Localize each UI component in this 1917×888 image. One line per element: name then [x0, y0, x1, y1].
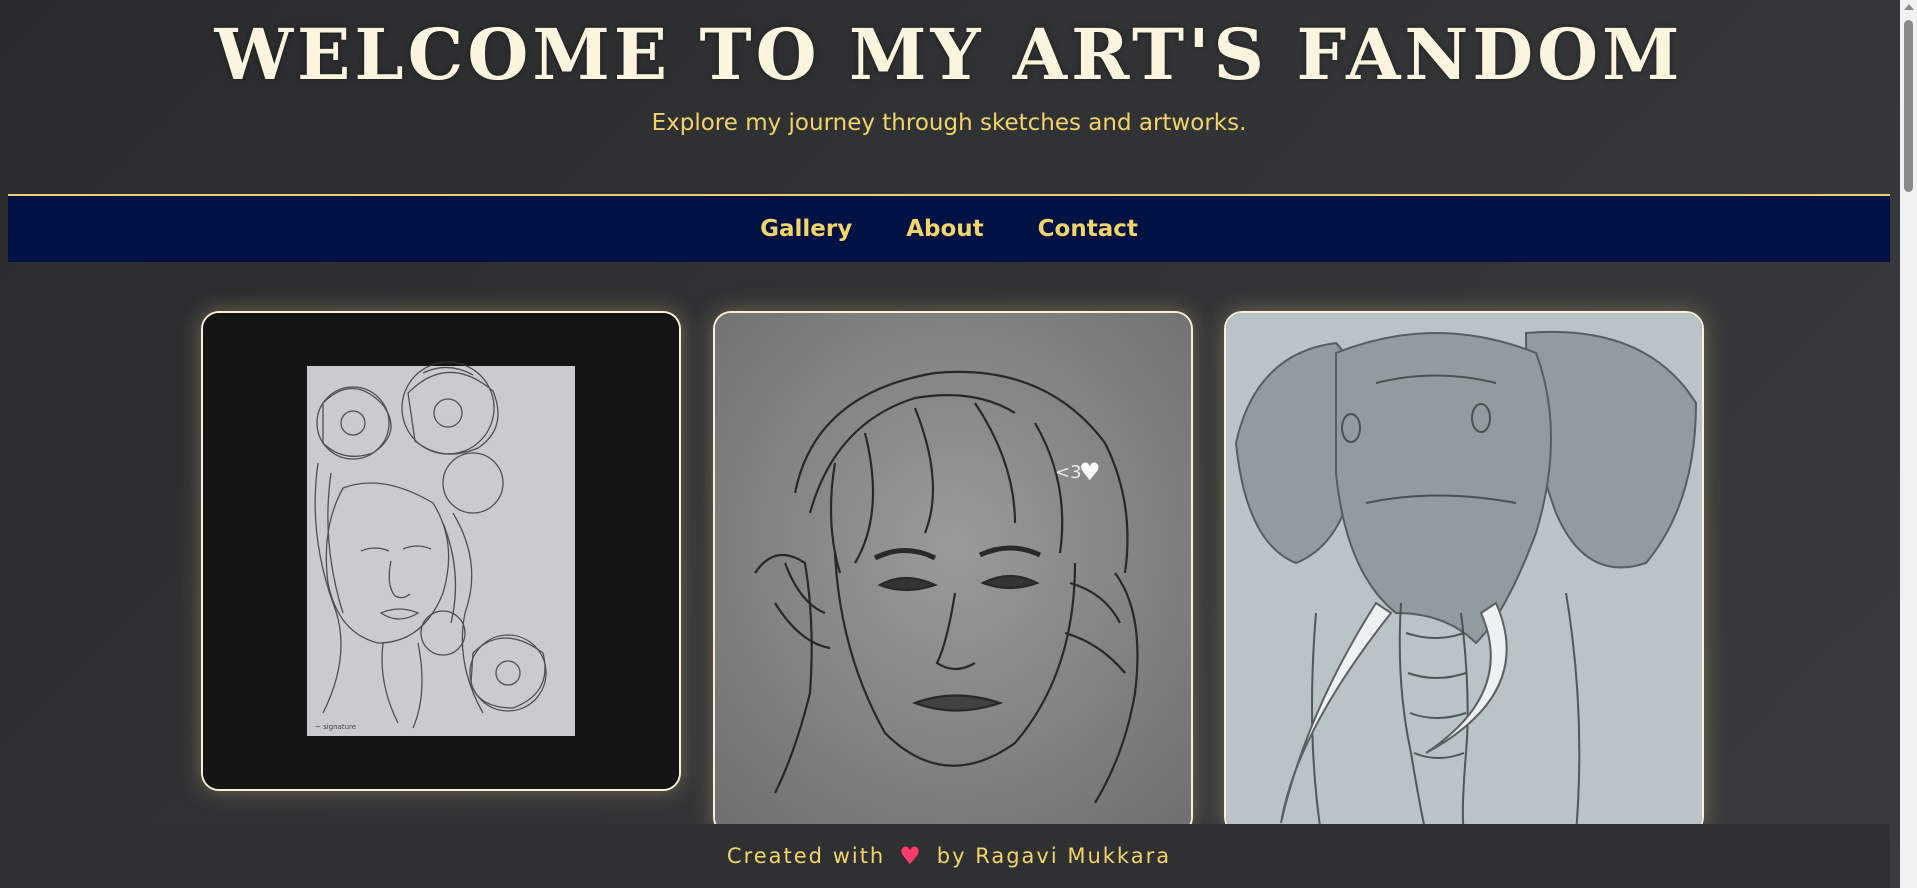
site-footer: Created with ♥ by Ragavi Mukkara	[8, 824, 1890, 888]
page: WELCOME TO MY ART'S FANDOM Explore my jo…	[0, 0, 1900, 888]
scroll-up-arrow-icon[interactable]	[1904, 4, 1914, 10]
svg-text:~ signature: ~ signature	[315, 723, 356, 731]
nav-gallery[interactable]: Gallery	[760, 216, 852, 242]
page-title: WELCOME TO MY ART'S FANDOM	[214, 13, 1684, 96]
elephant-sketch-image	[1226, 313, 1702, 833]
artwork-card-woman-flowers[interactable]: ~ signature	[201, 311, 681, 791]
scrollbar-thumb[interactable]	[1904, 20, 1913, 192]
artwork-card-elephant[interactable]	[1224, 311, 1704, 835]
artwork-card-boy-portrait[interactable]: <3 ♥	[713, 311, 1193, 835]
footer-author: by Ragavi Mukkara	[936, 844, 1172, 868]
white-heart-icon: ♥	[1079, 458, 1101, 486]
nav-contact[interactable]: Contact	[1038, 216, 1138, 242]
heart-icon: ♥	[899, 842, 923, 870]
footer-prefix: Created with	[726, 844, 886, 868]
nav-about[interactable]: About	[906, 216, 983, 242]
vertical-scrollbar[interactable]	[1900, 0, 1917, 888]
site-header: WELCOME TO MY ART'S FANDOM Explore my jo…	[8, 0, 1890, 194]
woman-flowers-sketch-image: ~ signature	[203, 313, 679, 789]
boy-portrait-sketch-image: <3 ♥	[715, 313, 1191, 833]
tagline: Explore my journey through sketches and …	[651, 110, 1247, 136]
main-nav: Gallery About Contact	[8, 194, 1890, 262]
heart-caption: <3	[1055, 462, 1082, 483]
